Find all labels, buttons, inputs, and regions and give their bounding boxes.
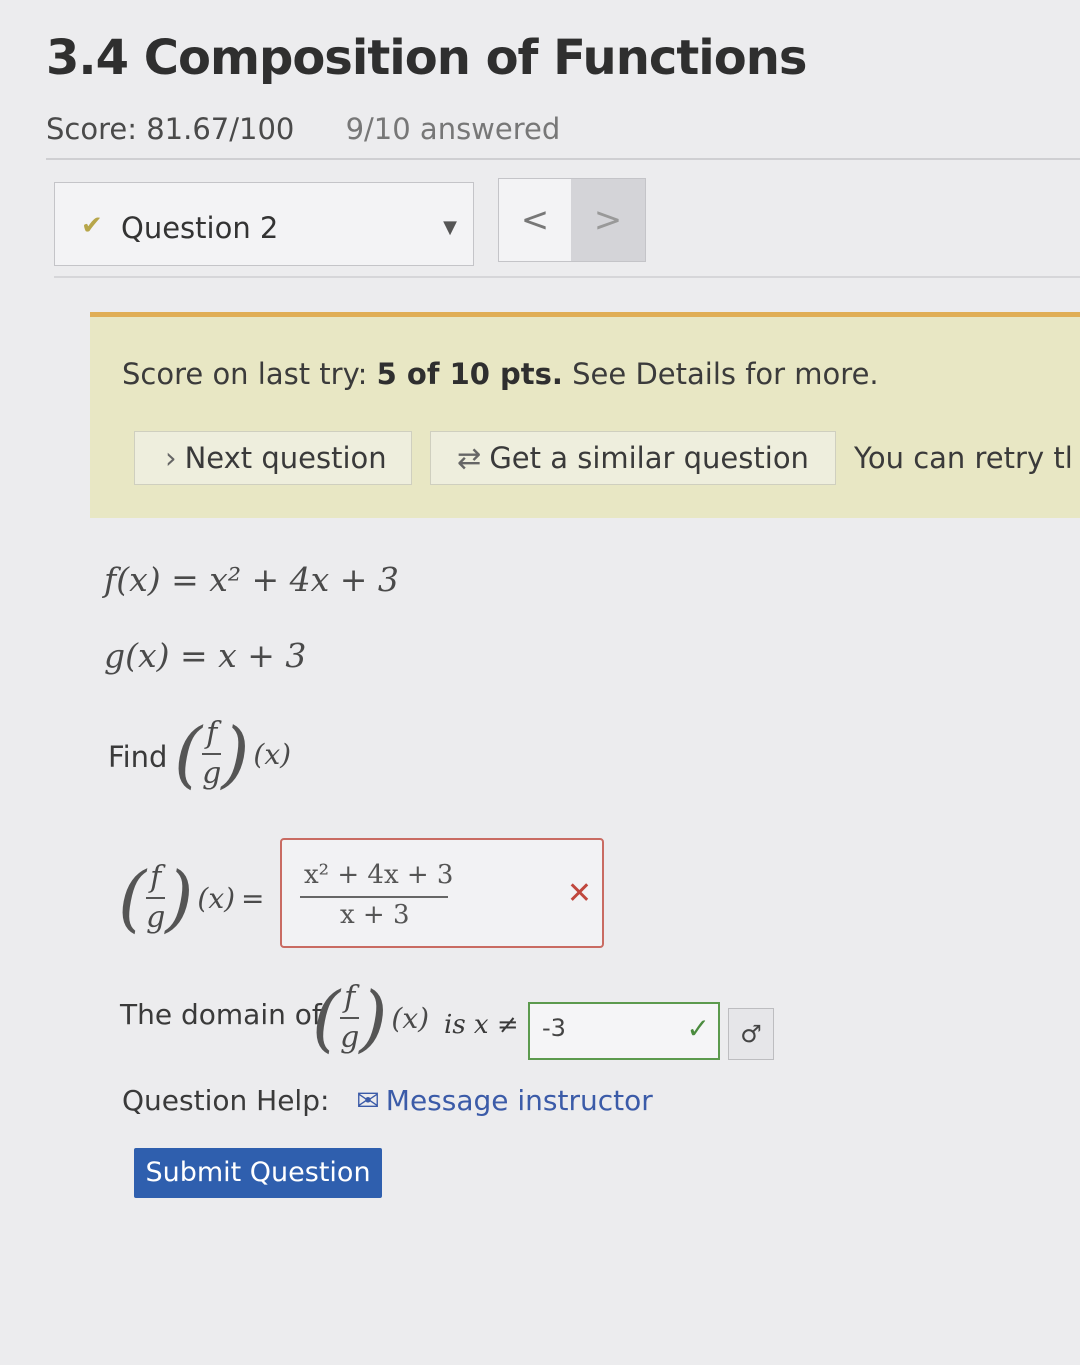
find-label: Find — [108, 740, 168, 774]
submit-question-button[interactable]: Submit Question — [134, 1148, 382, 1198]
last-try-suffix: See Details for more. — [562, 357, 879, 391]
divider — [54, 276, 1080, 278]
answer-numerator: x² + 4x + 3 — [304, 860, 454, 890]
similar-question-button[interactable]: ⇄ Get a similar question — [430, 431, 836, 485]
frac-denominator: g — [340, 1020, 360, 1055]
next-question-button[interactable]: › Next question — [134, 431, 412, 485]
answered-count: 9/10 answered — [345, 112, 561, 146]
domain-f-over-g: ( fg ) (x) — [312, 976, 430, 1060]
prev-question-button[interactable]: < — [499, 179, 571, 261]
check-icon: ✓ — [686, 1012, 710, 1045]
similar-question-label: Get a similar question — [489, 441, 809, 475]
f-definition: f(x) = x² + 4x + 3 — [104, 560, 399, 599]
envelope-icon: ✉ — [356, 1084, 380, 1117]
score-text: Score: 81.67/100 — [46, 112, 295, 146]
question-select-label: Question 2 — [121, 211, 279, 245]
equals-sign: = — [241, 881, 265, 915]
g-definition: g(x) = x + 3 — [104, 636, 307, 675]
frac-denominator: g — [202, 756, 222, 791]
domain-value: -3 — [542, 1014, 566, 1042]
answer-denominator: x + 3 — [340, 900, 410, 930]
function-argument: (x) — [197, 881, 236, 915]
score-line: Score: 81.67/100 9/10 answered — [46, 112, 560, 146]
answer-lhs: ( fg ) (x) = — [118, 856, 265, 940]
chevron-right-icon: › — [165, 441, 177, 475]
x-icon: ✕ — [566, 876, 592, 911]
message-instructor-link[interactable]: ✉ Message instructor — [356, 1084, 652, 1117]
frac-numerator: f — [150, 860, 162, 895]
score-banner: Score on last try: 5 of 10 pts. See Deta… — [90, 312, 1080, 518]
question-nav: < > — [498, 178, 646, 262]
frac-denominator: g — [146, 900, 166, 935]
check-icon: ✔ — [81, 211, 103, 241]
question-help: Question Help: ✉ Message instructor — [122, 1084, 653, 1117]
next-question-label: Next question — [184, 441, 387, 475]
next-question-arrow-button[interactable]: > — [571, 179, 645, 261]
message-instructor-label: Message instructor — [385, 1084, 653, 1117]
page-title: 3.4 Composition of Functions — [46, 30, 807, 86]
math-keyboard-icon[interactable]: ♂ — [728, 1008, 774, 1060]
last-try-message: Score on last try: 5 of 10 pts. See Deta… — [122, 357, 879, 391]
question-select[interactable]: ✔ Question 2 ▼ — [54, 182, 474, 266]
question-help-label: Question Help: — [122, 1084, 330, 1117]
frac-numerator: f — [206, 716, 218, 751]
answer-input[interactable]: x² + 4x + 3 x + 3 ✕ — [280, 838, 604, 948]
frac-numerator: f — [344, 980, 356, 1015]
domain-input[interactable]: -3 ✓ — [528, 1002, 720, 1060]
refresh-icon: ⇄ — [457, 441, 482, 475]
function-argument: (x) — [253, 737, 292, 771]
fraction-bar — [300, 896, 448, 898]
last-try-prefix: Score on last try: — [122, 357, 377, 391]
divider — [46, 158, 1080, 160]
caret-down-icon: ▼ — [443, 217, 457, 238]
last-try-points: 5 of 10 pts. — [376, 357, 563, 391]
domain-label: The domain of — [120, 998, 322, 1031]
function-argument: (x) — [391, 1001, 430, 1035]
retry-text: You can retry tl — [854, 441, 1073, 475]
f-over-g-expression: ( fg ) (x) — [174, 712, 292, 796]
domain-condition: is x ≠ — [444, 1010, 519, 1040]
